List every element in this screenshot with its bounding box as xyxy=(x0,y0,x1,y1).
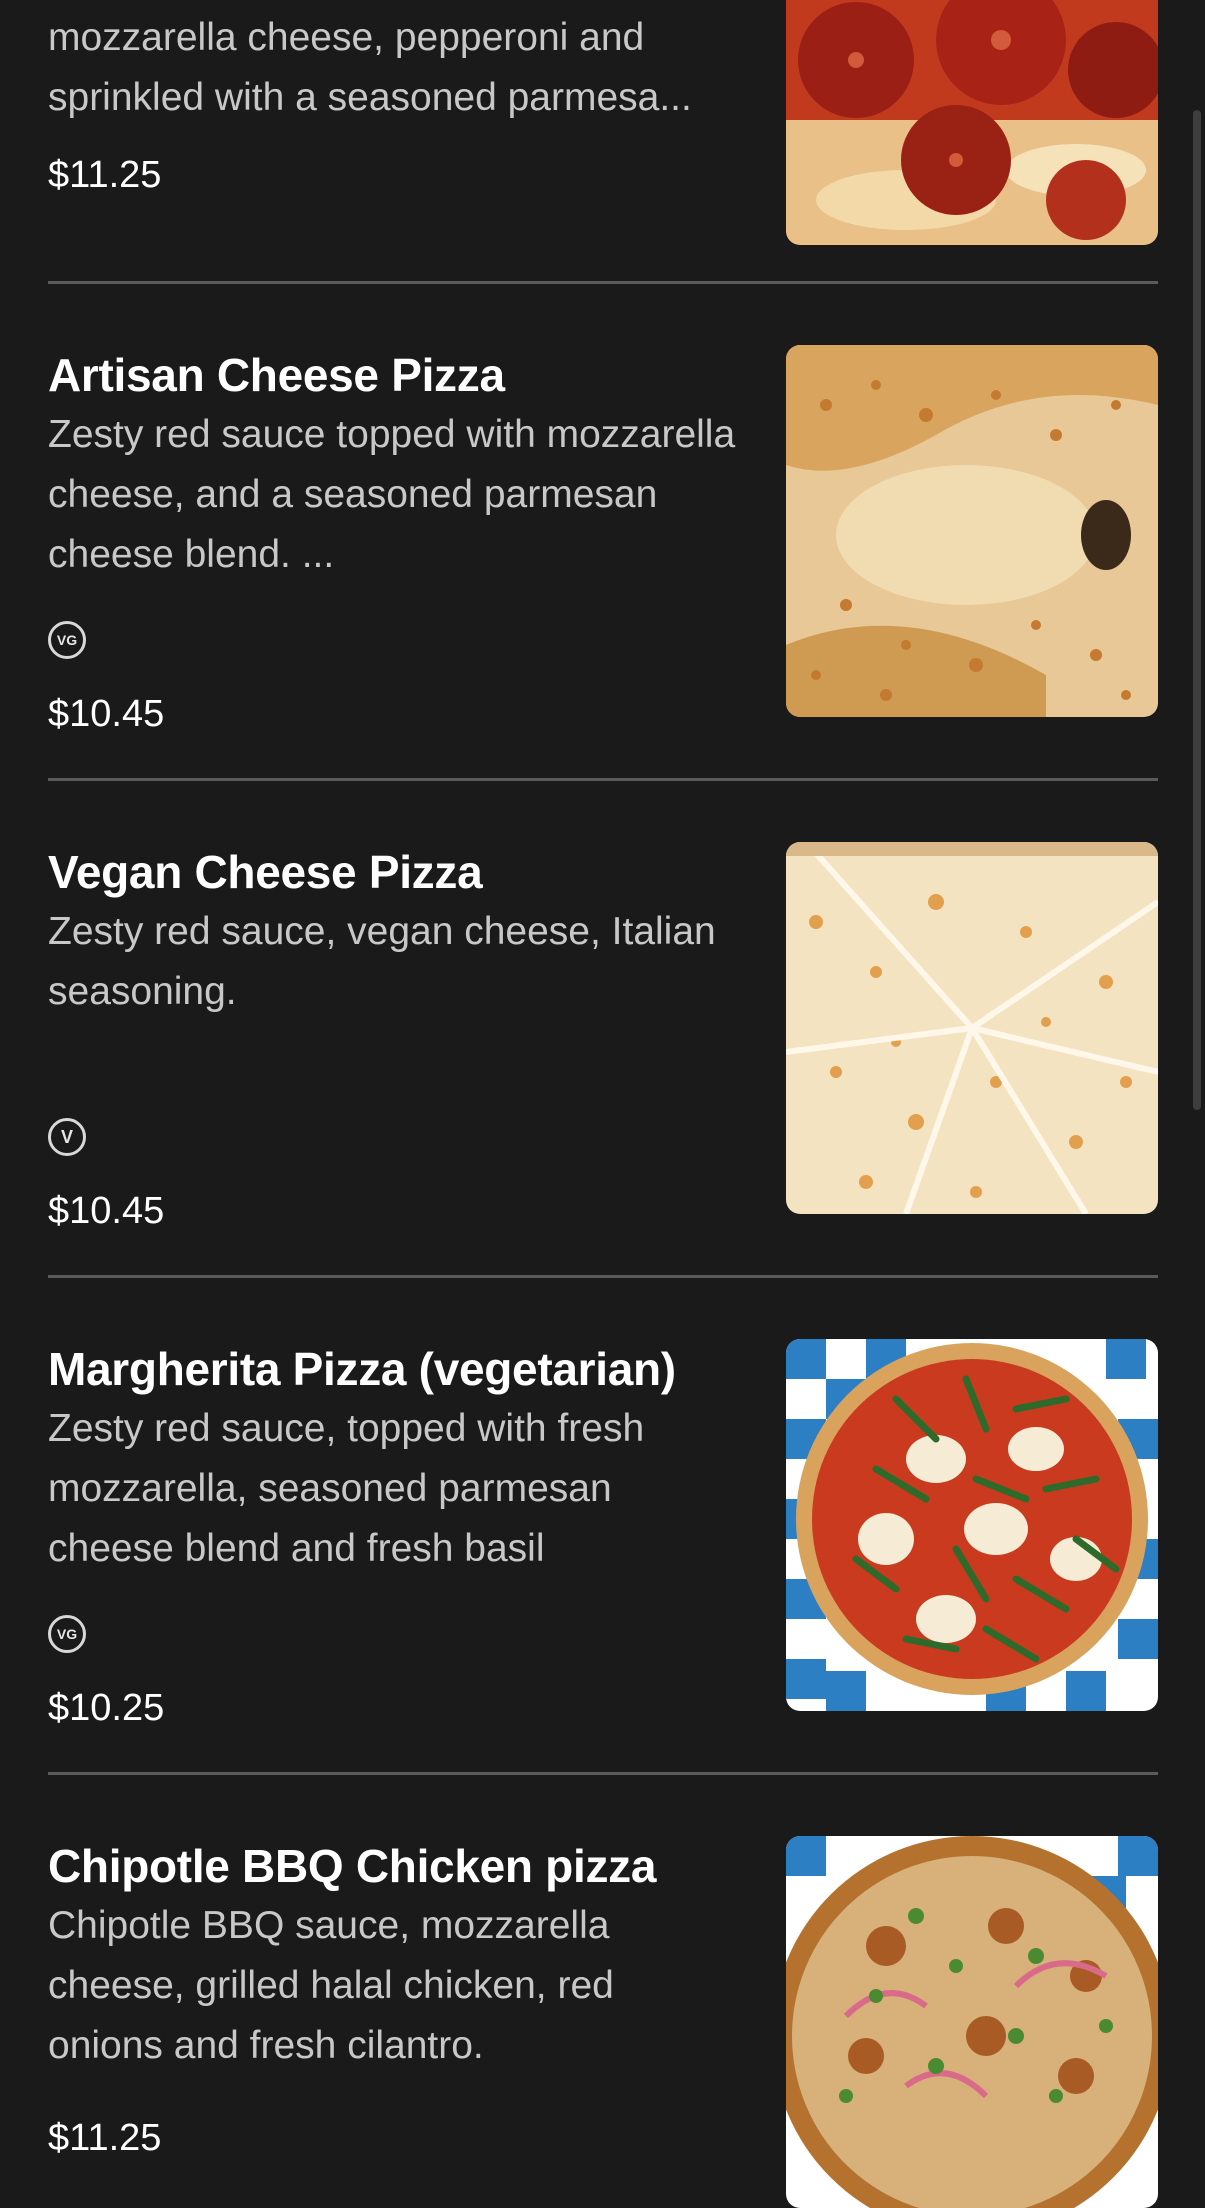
menu-item-text: Artisan Cheese Pizza Zesty red sauce top… xyxy=(48,345,758,585)
item-name: Vegan Cheese Pizza xyxy=(48,846,483,898)
vegan-badge-icon: V xyxy=(48,1118,86,1156)
item-name: Artisan Cheese Pizza xyxy=(48,349,505,401)
item-description: Zesty red sauce topped with mozzarella c… xyxy=(48,413,736,576)
vegan-cheese-pizza-photo[interactable] xyxy=(786,842,1158,1214)
item-divider xyxy=(48,1275,1158,1278)
pepperoni-pizza-photo[interactable] xyxy=(786,0,1158,245)
scrollbar[interactable] xyxy=(1193,110,1201,1110)
menu-list: mozzarella cheese, pepperoni and sprinkl… xyxy=(0,0,1205,2208)
menu-item-text: Margherita Pizza (vegetarian) Zesty red … xyxy=(48,1339,758,1579)
item-description-line: mozzarella cheese, pepperoni and xyxy=(48,16,645,59)
item-description: Zesty red sauce, topped with fresh mozza… xyxy=(48,1407,645,1570)
vegetarian-badge-icon: VG xyxy=(48,621,86,659)
item-description: Zesty red sauce, vegan cheese, Italian s… xyxy=(48,910,716,1013)
menu-item-vegan-cheese-pizza[interactable]: Vegan Cheese Pizza Zesty red sauce, vega… xyxy=(48,842,1158,1242)
menu-item-margherita-pizza[interactable]: Margherita Pizza (vegetarian) Zesty red … xyxy=(48,1339,1158,1739)
menu-item-text: Chipotle BBQ Chicken pizza Chipotle BBQ … xyxy=(48,1836,758,2076)
menu-item-pepperoni[interactable]: mozzarella cheese, pepperoni and sprinkl… xyxy=(48,0,1158,250)
item-price: $11.25 xyxy=(48,154,162,196)
bbq-chicken-pizza-photo[interactable] xyxy=(786,1836,1158,2208)
item-price: $10.45 xyxy=(48,1190,165,1232)
item-name: Chipotle BBQ Chicken pizza xyxy=(48,1840,657,1892)
item-price: $10.25 xyxy=(48,1687,165,1729)
vegetarian-badge-icon: VG xyxy=(48,1615,86,1653)
cheese-pizza-photo[interactable] xyxy=(786,345,1158,717)
item-price: $10.45 xyxy=(48,693,165,735)
item-divider xyxy=(48,281,1158,284)
item-name: Margherita Pizza (vegetarian) xyxy=(48,1343,676,1395)
margherita-pizza-photo[interactable] xyxy=(786,1339,1158,1711)
menu-item-text: Vegan Cheese Pizza Zesty red sauce, vega… xyxy=(48,842,758,1022)
item-divider xyxy=(48,1772,1158,1775)
menu-item-artisan-cheese-pizza[interactable]: Artisan Cheese Pizza Zesty red sauce top… xyxy=(48,345,1158,745)
item-divider xyxy=(48,778,1158,781)
item-price: $11.25 xyxy=(48,2117,162,2159)
item-description: Chipotle BBQ sauce, mozzarella cheese, g… xyxy=(48,1904,614,2067)
item-description-line: sprinkled with a seasoned parmesa... xyxy=(48,76,692,119)
menu-item-chipotle-bbq-chicken-pizza[interactable]: Chipotle BBQ Chicken pizza Chipotle BBQ … xyxy=(48,1836,1158,2208)
